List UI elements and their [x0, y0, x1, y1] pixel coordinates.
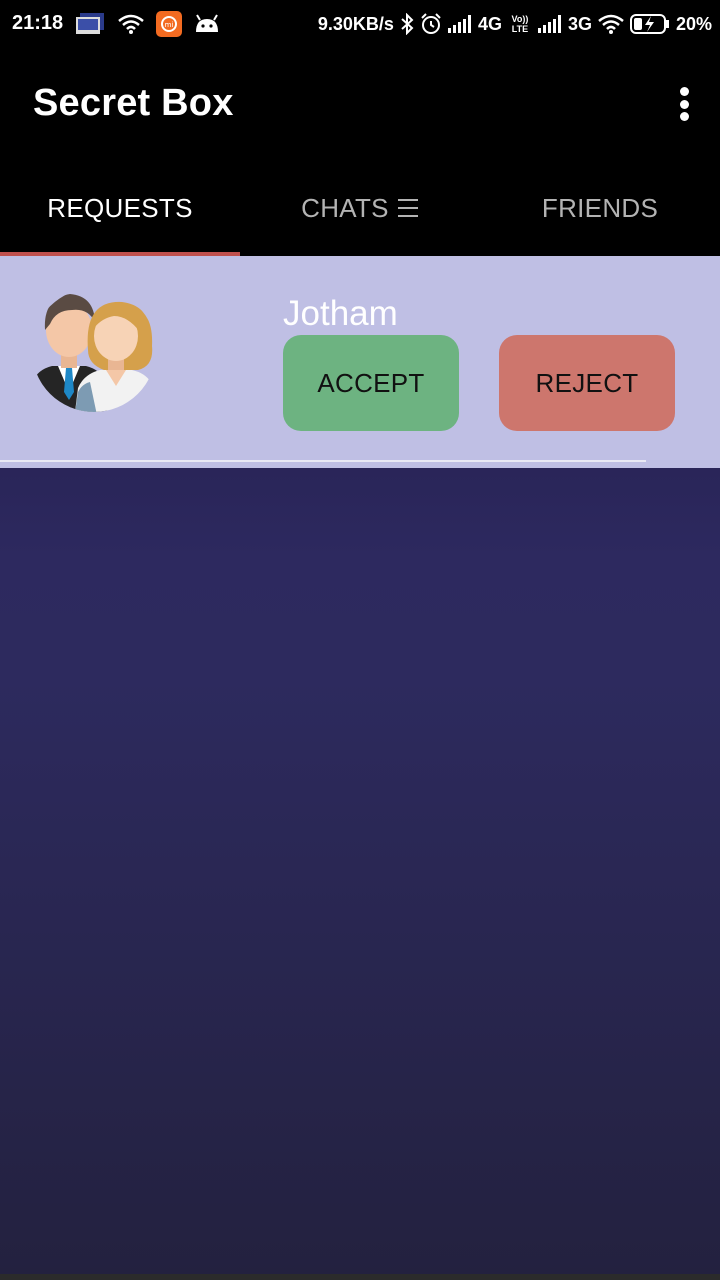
status-bar: 21:18 mi 9.30KB/s 4G Vo)) LTE 3G 20% — [0, 0, 720, 48]
status-time: 21:18 — [12, 12, 64, 34]
tab-friends[interactable]: FRIENDS — [480, 160, 720, 256]
svg-text:mi: mi — [165, 21, 174, 29]
mi-app-icon: mi — [156, 11, 182, 37]
tab-chats-label: CHATS — [301, 192, 389, 223]
menu-dot — [679, 87, 689, 96]
reject-button-label: REJECT — [535, 367, 639, 398]
menu-dot — [679, 112, 689, 121]
notification-icons: mi — [74, 10, 220, 38]
tab-requests[interactable]: REQUESTS — [0, 160, 240, 256]
accept-button-label: ACCEPT — [317, 367, 425, 398]
system-icons: 9.30KB/s 4G Vo)) LTE 3G 20% — [318, 10, 712, 38]
accept-button[interactable]: ACCEPT — [283, 335, 459, 431]
volte-label: Vo)) LTE — [511, 14, 529, 34]
list-item: Jotham ACCEPT REJECT — [0, 256, 720, 468]
app-bar: Secret Box — [0, 48, 720, 160]
bluetooth-icon — [400, 13, 414, 35]
wifi-icon — [598, 14, 624, 34]
network-4g-label: 4G — [477, 13, 502, 34]
signal-icon — [447, 15, 472, 33]
app-title: Secret Box — [33, 82, 234, 124]
tab-bar: REQUESTS CHATS FRIENDS — [0, 160, 720, 256]
overflow-menu-icon[interactable] — [672, 82, 696, 126]
network-3g-label: 3G — [567, 13, 592, 34]
network-speed: 9.30KB/s — [317, 13, 394, 34]
battery-charging-icon — [629, 13, 670, 35]
navigation-bar-edge — [0, 1274, 720, 1280]
tab-friends-label: FRIENDS — [541, 192, 659, 223]
requester-name: Jotham — [283, 294, 398, 333]
battery-level: 20% — [675, 13, 712, 34]
tab-requests-label: REQUESTS — [47, 192, 193, 223]
requests-list[interactable]: Jotham ACCEPT REJECT — [0, 256, 720, 1274]
row-divider — [0, 460, 646, 462]
menu-dot — [679, 99, 689, 109]
reject-button[interactable]: REJECT — [499, 335, 675, 431]
menu-lines-icon — [397, 197, 419, 219]
android-icon — [194, 14, 220, 34]
image-notification-icon — [74, 12, 106, 36]
signal-icon — [537, 15, 562, 33]
tab-chats[interactable]: CHATS — [240, 160, 480, 256]
alarm-icon — [420, 13, 442, 35]
couple-avatar-icon — [28, 280, 160, 416]
wifi-icon — [118, 14, 144, 34]
